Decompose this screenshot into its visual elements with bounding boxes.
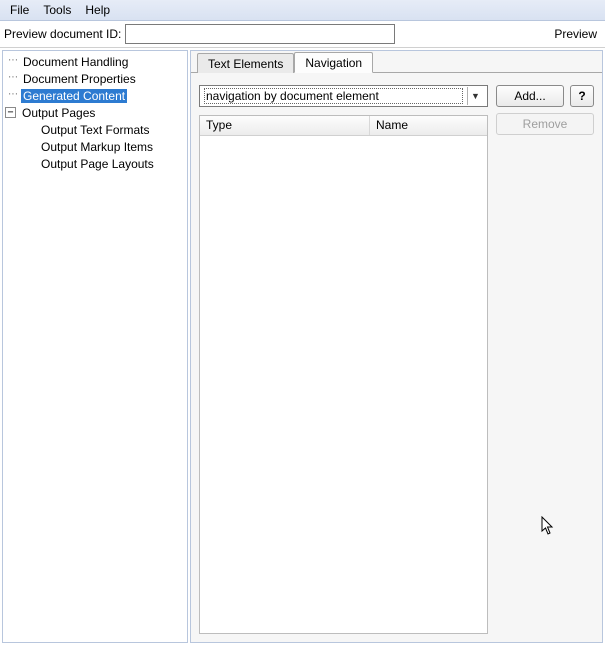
tab-navigation[interactable]: Navigation (294, 52, 373, 73)
nav-tree: ···Document Handling ···Document Propert… (2, 50, 188, 643)
tab-text-elements[interactable]: Text Elements (197, 53, 294, 73)
menu-tools[interactable]: Tools (37, 2, 77, 18)
collapse-icon[interactable]: − (5, 107, 16, 118)
table-header: Type Name (200, 116, 487, 136)
menu-bar: File Tools Help (0, 0, 605, 21)
tree-item-document-handling[interactable]: ···Document Handling (3, 53, 187, 70)
tree-item-output-markup-items[interactable]: Output Markup Items (3, 138, 187, 155)
preview-toolbar: Preview document ID: Preview (0, 21, 605, 48)
content-pane: Text Elements Navigation navigation by d… (190, 50, 603, 643)
col-type[interactable]: Type (200, 116, 370, 135)
preview-link[interactable]: Preview (554, 27, 597, 41)
navigation-type-dropdown[interactable]: navigation by document element ▼ (199, 85, 488, 107)
tree-item-document-properties[interactable]: ···Document Properties (3, 70, 187, 87)
col-name[interactable]: Name (370, 116, 487, 135)
add-button[interactable]: Add... (496, 85, 564, 107)
tree-item-output-page-layouts[interactable]: Output Page Layouts (3, 155, 187, 172)
tree-item-output-pages[interactable]: −Output Pages (3, 104, 187, 121)
menu-help[interactable]: Help (79, 2, 116, 18)
menu-file[interactable]: File (4, 2, 35, 18)
help-button[interactable]: ? (570, 85, 594, 107)
tree-item-generated-content[interactable]: ···Generated Content (3, 87, 187, 104)
navigation-table[interactable]: Type Name (199, 115, 488, 634)
preview-id-label: Preview document ID: (4, 27, 121, 41)
remove-button: Remove (496, 113, 594, 135)
preview-id-input[interactable] (125, 24, 395, 44)
chevron-down-icon: ▼ (467, 87, 483, 105)
tab-bar: Text Elements Navigation (191, 51, 602, 73)
dropdown-selected-text: navigation by document element (204, 88, 463, 104)
tree-item-output-text-formats[interactable]: Output Text Formats (3, 121, 187, 138)
